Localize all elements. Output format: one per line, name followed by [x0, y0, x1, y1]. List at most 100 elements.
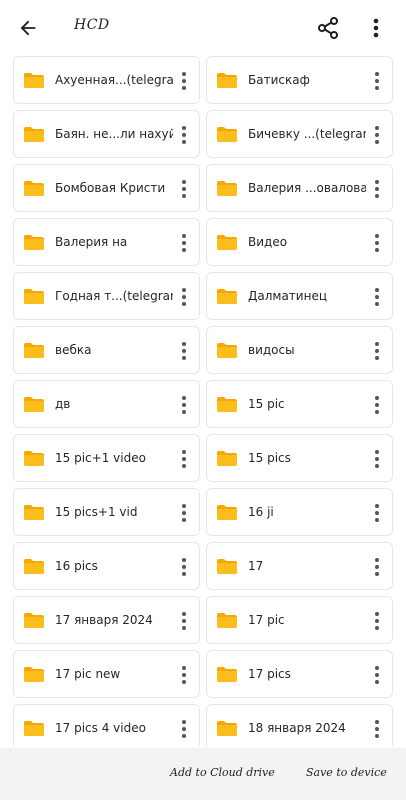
bottom-action-bar: Add to Cloud drive Save to device	[0, 748, 406, 800]
folder-item[interactable]: 18 января 2024	[206, 704, 393, 746]
folder-icon	[24, 451, 44, 466]
folder-name: Далматинец	[248, 289, 327, 303]
folder-menu-button[interactable]	[372, 715, 382, 743]
folder-item[interactable]: вебка	[13, 326, 200, 374]
folder-item[interactable]: Баян. не...ли нахуй	[13, 110, 200, 158]
folder-menu-button[interactable]	[372, 391, 382, 419]
folder-menu-button[interactable]	[372, 121, 382, 149]
folder-menu-button[interactable]	[179, 661, 189, 689]
folder-item[interactable]: 17 pic	[206, 596, 393, 644]
folder-name: 17 pics 4 video	[55, 721, 146, 735]
dot	[182, 403, 186, 407]
folder-name: Видео	[248, 235, 288, 249]
folder-item[interactable]: Далматинец	[206, 272, 393, 320]
folder-row: Ахуенная...(telegram) Батискаф	[0, 56, 406, 104]
folder-name: Ахуенная...(telegram)	[55, 73, 173, 87]
dot	[182, 450, 186, 454]
folder-item[interactable]: видосы	[206, 326, 393, 374]
dot	[182, 126, 186, 130]
folder-menu-button[interactable]	[372, 607, 382, 635]
folder-name: Батискаф	[248, 73, 310, 87]
dot	[182, 288, 186, 292]
folder-menu-button[interactable]	[372, 499, 382, 527]
folder-name: 16 ji	[248, 505, 274, 519]
folder-menu-button[interactable]	[372, 283, 382, 311]
share-button[interactable]	[314, 14, 342, 42]
folder-name: Годная т...(telegram)	[55, 289, 173, 303]
folder-menu-button[interactable]	[372, 337, 382, 365]
folder-menu-button[interactable]	[179, 67, 189, 95]
dot	[375, 241, 379, 245]
folder-item[interactable]: Батискаф	[206, 56, 393, 104]
folder-name: 17	[248, 559, 264, 573]
folder-icon	[24, 667, 44, 682]
folder-item[interactable]: Видео	[206, 218, 393, 266]
folder-menu-button[interactable]	[179, 445, 189, 473]
folder-menu-button[interactable]	[179, 121, 189, 149]
dot	[375, 356, 379, 360]
folder-item[interactable]: 17 pic new	[13, 650, 200, 698]
folder-item[interactable]: 15 pics+1 vid	[13, 488, 200, 536]
dot	[375, 727, 379, 731]
folder-item[interactable]: 15 pics	[206, 434, 393, 482]
dot	[375, 86, 379, 90]
folder-name: 17 января 2024	[55, 613, 153, 627]
dot	[182, 194, 186, 198]
folder-menu-button[interactable]	[179, 283, 189, 311]
dot	[182, 180, 186, 184]
folder-menu-button[interactable]	[179, 175, 189, 203]
dot	[375, 558, 379, 562]
dot	[182, 349, 186, 353]
folder-menu-button[interactable]	[179, 607, 189, 635]
folder-icon	[217, 559, 237, 574]
more-options-button[interactable]	[364, 14, 388, 42]
dot	[375, 234, 379, 238]
dot	[182, 342, 186, 346]
folder-item[interactable]: 17	[206, 542, 393, 590]
dot	[375, 673, 379, 677]
folder-item[interactable]: Бичевку ...(telegram)	[206, 110, 393, 158]
folder-item[interactable]: Валерия ...овалова	[206, 164, 393, 212]
folder-item[interactable]: 17 января 2024	[13, 596, 200, 644]
folder-icon	[24, 181, 44, 196]
folder-menu-button[interactable]	[372, 229, 382, 257]
folder-menu-button[interactable]	[179, 553, 189, 581]
folder-item[interactable]: 15 pic	[206, 380, 393, 428]
folder-row: Баян. не...ли нахуй Бичевку ...(telegram)	[0, 110, 406, 158]
folder-name: 17 pics	[248, 667, 291, 681]
dot	[375, 403, 379, 407]
folder-menu-button[interactable]	[179, 391, 189, 419]
dot	[375, 194, 379, 198]
dot	[375, 565, 379, 569]
folder-item[interactable]: дв	[13, 380, 200, 428]
folder-menu-button[interactable]	[372, 67, 382, 95]
folder-item[interactable]: 16 ji	[206, 488, 393, 536]
folder-menu-button[interactable]	[179, 715, 189, 743]
folder-menu-button[interactable]	[179, 229, 189, 257]
folder-menu-button[interactable]	[372, 445, 382, 473]
dot	[182, 734, 186, 738]
folder-menu-button[interactable]	[372, 553, 382, 581]
dot	[375, 734, 379, 738]
folder-item[interactable]: Бомбовая Кристи	[13, 164, 200, 212]
dot	[375, 140, 379, 144]
folder-item[interactable]: 15 pic+1 video	[13, 434, 200, 482]
folder-item[interactable]: 17 pics 4 video	[13, 704, 200, 746]
folder-name: 17 pic	[248, 613, 285, 627]
folder-menu-button[interactable]	[372, 175, 382, 203]
dot	[182, 295, 186, 299]
folder-item[interactable]: 16 pics	[13, 542, 200, 590]
folder-menu-button[interactable]	[372, 661, 382, 689]
dot	[182, 187, 186, 191]
add-to-cloud-drive-button[interactable]: Add to Cloud drive	[170, 766, 275, 779]
folder-icon	[24, 721, 44, 736]
folder-item[interactable]: Ахуенная...(telegram)	[13, 56, 200, 104]
folder-item[interactable]: 17 pics	[206, 650, 393, 698]
folder-menu-button[interactable]	[179, 337, 189, 365]
back-button[interactable]	[14, 14, 42, 42]
folder-menu-button[interactable]	[179, 499, 189, 527]
save-to-device-button[interactable]: Save to device	[306, 766, 387, 779]
folder-item[interactable]: Валерия на	[13, 218, 200, 266]
folder-item[interactable]: Годная т...(telegram)	[13, 272, 200, 320]
dot	[375, 248, 379, 252]
